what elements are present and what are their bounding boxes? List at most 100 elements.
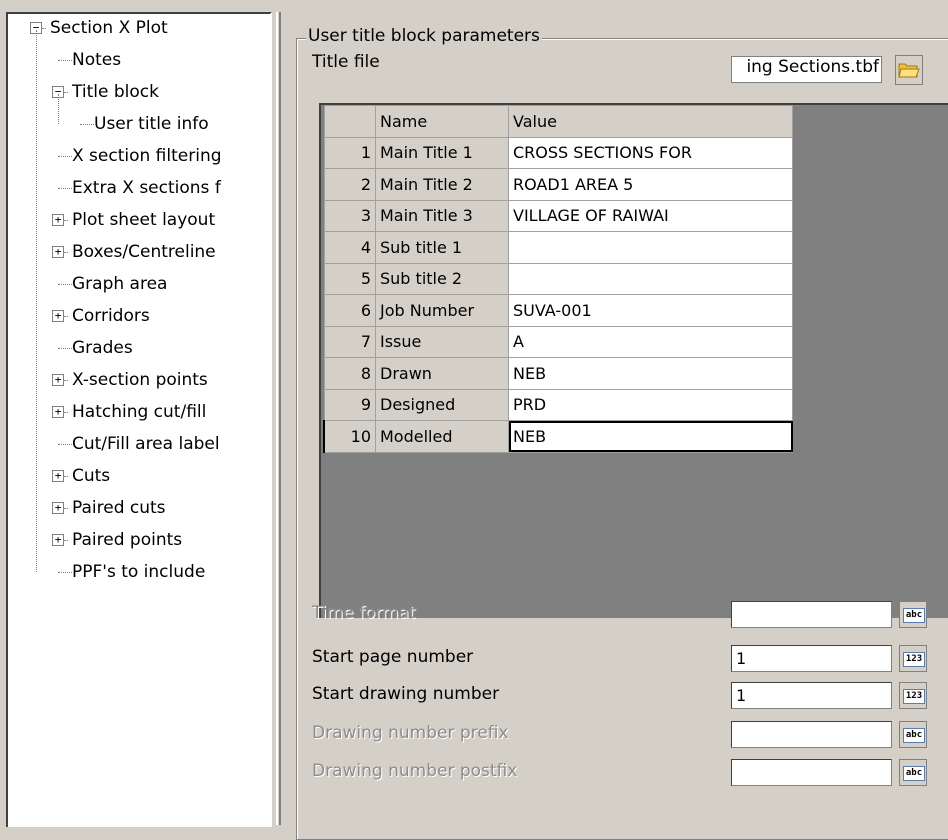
cell-value[interactable]: NEB [508, 357, 793, 390]
table-row[interactable]: 5 Sub title 2 [323, 262, 793, 295]
tree-connector [64, 540, 68, 541]
table-row[interactable]: 7 Issue A [323, 325, 793, 358]
tree-connector [58, 60, 72, 61]
tree-connector [58, 188, 72, 189]
table-row[interactable]: 4 Sub title 1 [323, 231, 793, 264]
cell-name: Designed [375, 388, 509, 421]
field-input[interactable]: 1 [731, 645, 892, 672]
expand-icon[interactable]: + [52, 310, 64, 322]
cell-value[interactable]: SUVA-001 [508, 294, 793, 327]
cell-name: Job Number [375, 294, 509, 327]
cell-value[interactable]: PRD [508, 388, 793, 421]
cell-name: Main Title 2 [375, 168, 509, 201]
row-number: 10 [323, 420, 376, 453]
expand-icon[interactable]: + [52, 406, 64, 418]
tree-connector [58, 444, 72, 445]
tree-item[interactable]: Grades [8, 332, 270, 364]
expand-icon[interactable]: + [52, 534, 64, 546]
tree-item[interactable]: + Boxes/Centreline [8, 236, 270, 268]
cell-value[interactable]: NEB [508, 420, 793, 453]
tree-guide [36, 30, 37, 572]
number-input-button[interactable]: 123 [899, 645, 927, 672]
number-input-button[interactable]: 123 [899, 682, 927, 709]
tree-item-label: Cuts [72, 466, 111, 486]
expand-icon[interactable]: + [52, 470, 64, 482]
tree-item[interactable]: + X-section points [8, 364, 270, 396]
expand-icon[interactable]: + [52, 214, 64, 226]
expand-icon[interactable]: + [52, 374, 64, 386]
browse-title-file-button[interactable] [895, 55, 923, 85]
text-input-button[interactable]: abc [899, 759, 927, 786]
tree-item[interactable]: PPF's to include [8, 556, 270, 588]
cell-value[interactable]: ROAD1 AREA 5 [508, 168, 793, 201]
cell-value[interactable]: CROSS SECTIONS FOR [508, 136, 793, 169]
table-row[interactable]: 9 Designed PRD [323, 388, 793, 421]
tree-connector [64, 252, 68, 253]
cell-value[interactable]: A [508, 325, 793, 358]
table-row[interactable]: 10 Modelled NEB [323, 420, 793, 453]
tree-item-label: Hatching cut/fill [72, 402, 207, 422]
field-input[interactable]: 1 [731, 682, 892, 709]
table-row[interactable]: 2 Main Title 2 ROAD1 AREA 5 [323, 168, 793, 201]
tree-item-label: User title info [94, 114, 209, 134]
title-table-area: Name Value 1 Main Title 1 CROSS SECTIONS F… [319, 103, 948, 618]
tree-panel[interactable]: − Section X Plot Notes − Title block User tit… [6, 12, 272, 827]
tree-item[interactable]: Graph area [8, 268, 270, 300]
tree-item[interactable]: + Plot sheet layout [8, 204, 270, 236]
tree-item[interactable]: Notes [8, 44, 270, 76]
group-title: User title block parameters [306, 26, 542, 46]
tree-item[interactable]: Extra X sections f [8, 172, 270, 204]
tree-connector [58, 156, 72, 157]
tree-item[interactable]: + Paired cuts [8, 492, 270, 524]
tree-item[interactable]: X section filtering [8, 140, 270, 172]
tree-connector [64, 412, 68, 413]
tree-item-label: Cut/Fill area label [72, 434, 220, 454]
tree-connector [58, 348, 72, 349]
table-row[interactable]: 3 Main Title 3 VILLAGE OF RAIWAI [323, 199, 793, 232]
tree-item-label: Plot sheet layout [72, 210, 216, 230]
tree-item-label: Extra X sections f [72, 178, 221, 198]
tree-item[interactable]: + Hatching cut/fill [8, 396, 270, 428]
tree-connector [64, 380, 68, 381]
cell-value[interactable]: VILLAGE OF RAIWAI [508, 199, 793, 232]
tree-connector [64, 476, 68, 477]
panel-divider[interactable] [276, 12, 281, 825]
row-number: 7 [323, 325, 376, 358]
cell-value[interactable] [508, 262, 793, 295]
tree-item[interactable]: User title info [8, 108, 270, 140]
text-input-button[interactable]: abc [899, 601, 927, 628]
tree-connector [64, 316, 68, 317]
tree-connector [64, 92, 68, 93]
cell-name: Drawn [375, 357, 509, 390]
text-input-button[interactable]: abc [899, 721, 927, 748]
table-row[interactable]: 6 Job Number SUVA-001 [323, 294, 793, 327]
expand-icon[interactable]: + [52, 502, 64, 514]
row-number: 2 [323, 168, 376, 201]
table-row[interactable]: 8 Drawn NEB [323, 357, 793, 390]
tree-item[interactable]: Cut/Fill area label [8, 428, 270, 460]
tree-item[interactable]: + Corridors [8, 300, 270, 332]
field-label: Drawing number prefix [312, 723, 509, 743]
table-row[interactable]: 1 Main Title 1 CROSS SECTIONS FOR [323, 136, 793, 169]
tree-guide [58, 94, 59, 124]
tree-item[interactable]: + Cuts [8, 460, 270, 492]
field-input[interactable] [731, 601, 892, 628]
cell-value[interactable] [508, 231, 793, 264]
tree-item[interactable]: + Paired points [8, 524, 270, 556]
tree-item[interactable]: − Title block [8, 76, 270, 108]
tree-item-label: Notes [72, 50, 122, 70]
field-input[interactable] [731, 721, 892, 748]
expand-icon[interactable]: + [52, 246, 64, 258]
row-number: 3 [323, 199, 376, 232]
tree-item-label: Paired cuts [72, 498, 166, 518]
column-header-name[interactable]: Name [375, 105, 509, 138]
row-number: 9 [323, 388, 376, 421]
column-header-value[interactable]: Value [508, 105, 793, 138]
tree-item[interactable]: − Section X Plot [8, 14, 270, 44]
title-file-input[interactable]: ing Sections.tbf [731, 56, 882, 83]
tree-item-label: Paired points [72, 530, 183, 550]
tree-item-label: Graph area [72, 274, 168, 294]
tree-connector [58, 572, 72, 573]
tree-connector [64, 220, 68, 221]
field-input[interactable] [731, 759, 892, 786]
